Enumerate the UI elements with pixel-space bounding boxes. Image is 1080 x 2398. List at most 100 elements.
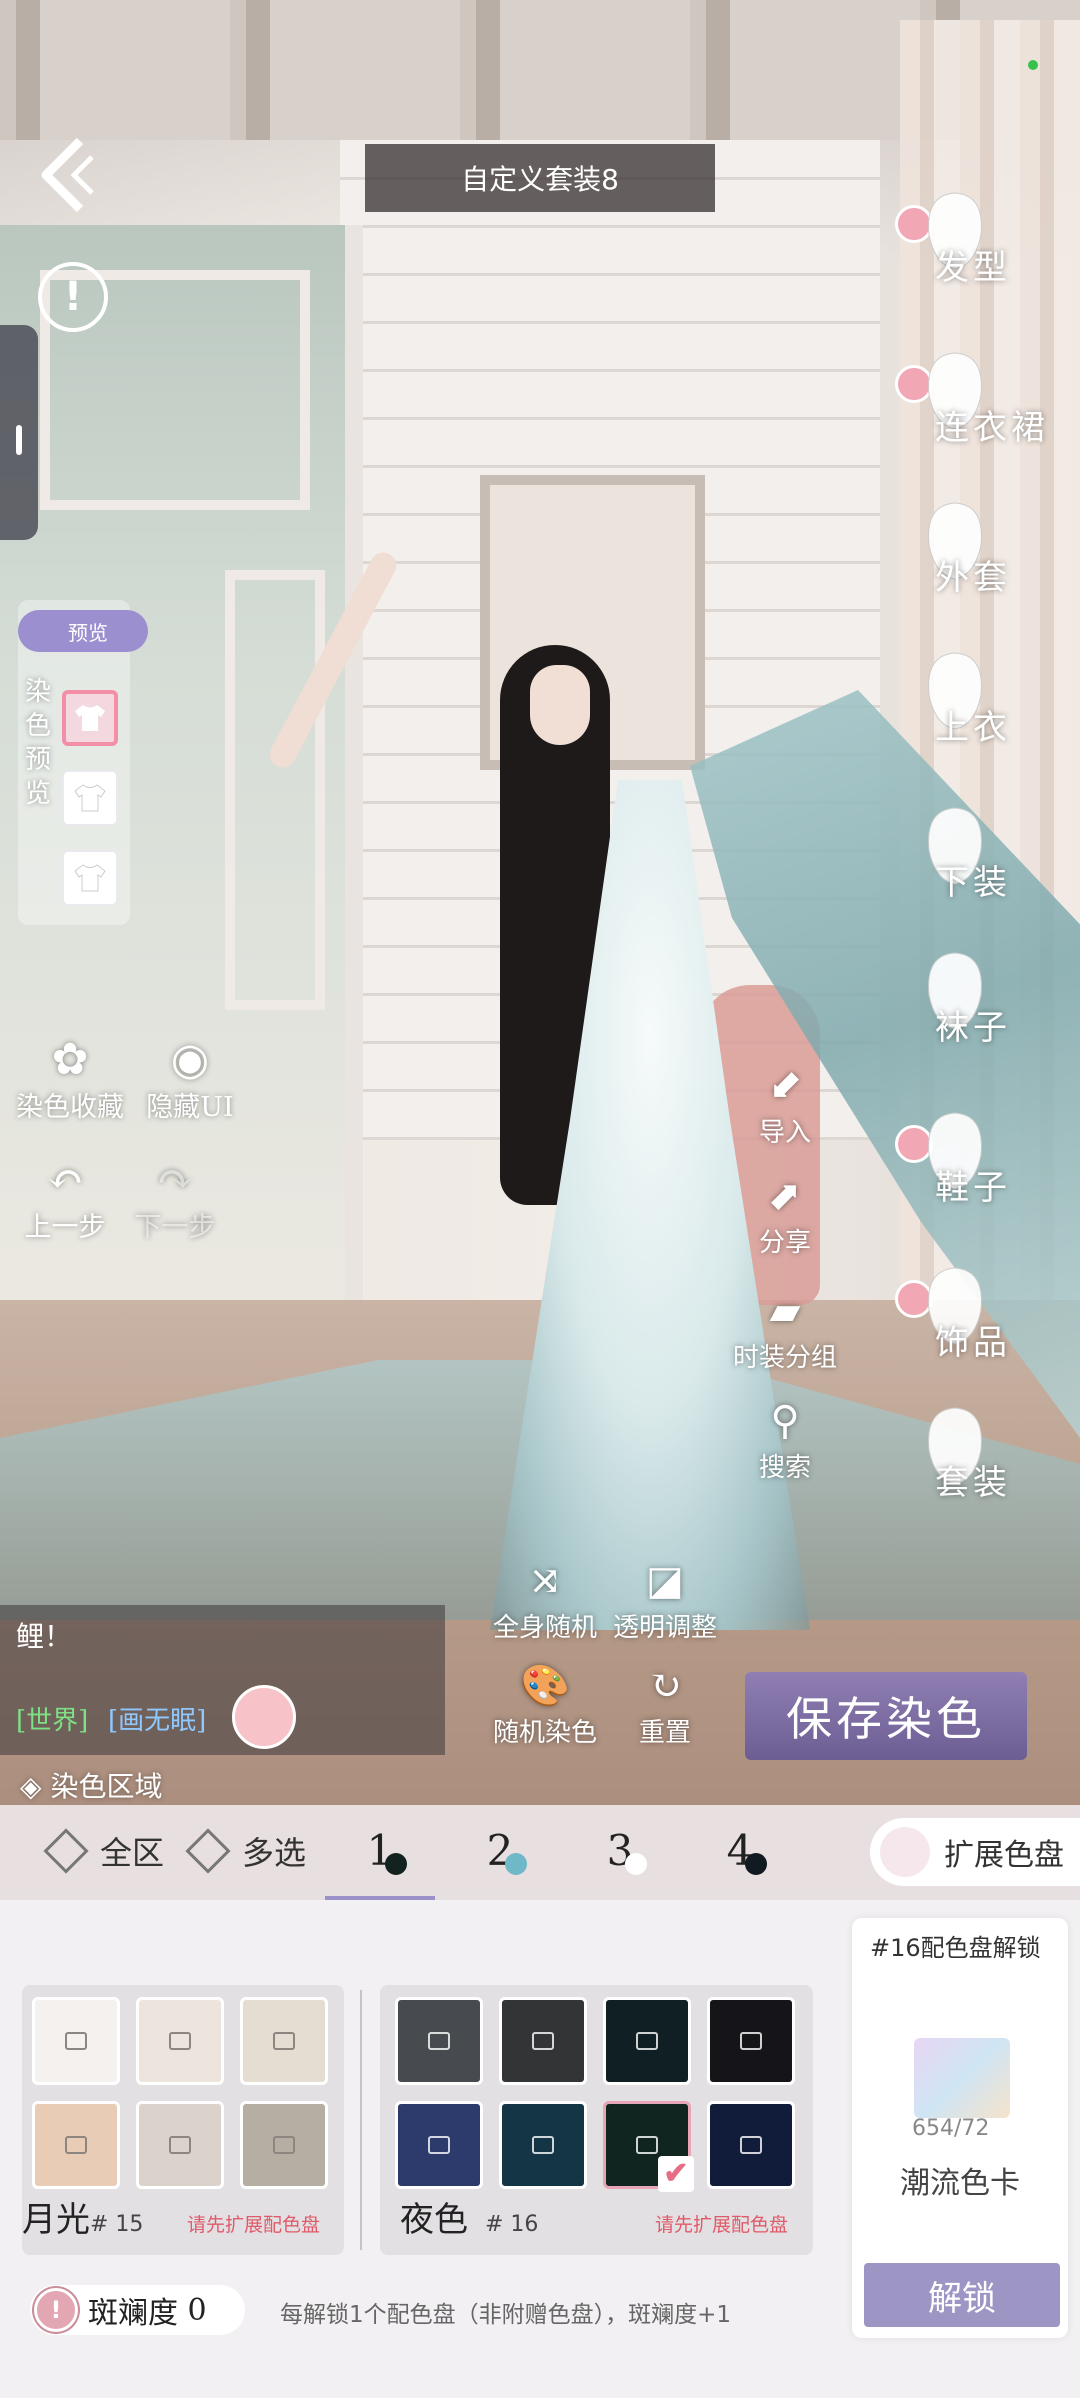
color-swatch[interactable] [32,1997,120,2085]
hide-ui-button[interactable]: ◉ 隐藏UI [130,1035,250,1124]
category-hair[interactable]: 发型 [895,185,1075,325]
category-label: 饰品 [935,1323,1011,1363]
transparency-button[interactable]: ◪ 透明调整 [605,1555,725,1644]
category-socks[interactable]: 袜子 [895,945,1075,1085]
search-label: 搜索 [758,1453,811,1483]
palette-icon: 🎨 [520,1663,570,1709]
search-button[interactable]: ⚲ 搜索 [725,1395,845,1484]
save-dye-button[interactable]: 保存染色 [745,1672,1027,1760]
region-color-dot [505,1853,527,1875]
random-dye-button[interactable]: 🎨 随机染色 [485,1660,605,1749]
dye-region-text: 染色区域 [50,1770,163,1803]
reset-icon: ↻ [648,1663,682,1709]
category-label: 套装 [935,1463,1011,1503]
outfit-title: 自定义套装8 [365,144,715,212]
info-alert-icon[interactable]: ! [38,262,108,332]
redo-label: 下一步 [134,1212,216,1243]
region-tab-3[interactable]: 3 [575,1815,665,1887]
import-label: 导入 [758,1118,811,1148]
category-label: 发型 [935,248,1011,288]
reset-label: 重置 [638,1718,691,1748]
multi-select-label: 多选 [242,1834,307,1872]
preview-shirt-3[interactable] [62,850,118,906]
category-top[interactable]: 上衣 [895,645,1075,785]
region-color-dot [745,1853,767,1875]
full-random-button[interactable]: ⤨ 全身随机 [485,1555,605,1644]
region-tab-2[interactable]: 2 [455,1815,545,1887]
color-swatch[interactable] [707,1997,795,2085]
expand-palette-label: 扩展色盘 [944,1838,1064,1873]
region-tab-4[interactable]: 4 [695,1815,785,1887]
import-button[interactable]: ⬋ 导入 [725,1060,845,1149]
category-skirt[interactable]: 下装 [895,800,1075,940]
transparency-icon: ◪ [646,1558,684,1604]
category-coat[interactable]: 外套 [895,495,1075,635]
diamond-icon [185,1828,231,1874]
all-region-label: 全区 [100,1834,165,1872]
color-swatch[interactable] [707,2101,795,2189]
redo-button[interactable]: ↷ 下一步 [120,1155,230,1244]
palette-card-15[interactable]: 月光 # 15 请先扩展配色盘 [22,1985,344,2255]
multi-select-tab[interactable]: 多选 [185,1828,307,1874]
unlock-button[interactable]: 解锁 [864,2263,1060,2327]
color-swatch[interactable] [499,2101,587,2189]
palette-name: 夜色 [400,2200,468,2240]
lock-icon [65,2136,87,2154]
category-label: 外套 [935,558,1011,598]
color-swatch[interactable] [395,1997,483,2085]
undo-label: 上一步 [24,1212,106,1243]
category-accessory[interactable]: 饰品 [895,1260,1075,1400]
share-icon: ⬈ [768,1173,802,1219]
color-swatch[interactable] [240,2101,328,2189]
category-label: 上衣 [935,708,1011,748]
chat-box[interactable]: 鲤！ [世界] [画无眠] [0,1605,445,1755]
color-swatch[interactable] [603,1997,691,2085]
reset-button[interactable]: ↻ 重置 [605,1660,725,1749]
undo-button[interactable]: ↶ 上一步 [10,1155,120,1244]
color-swatch[interactable] [499,1997,587,2085]
lock-icon [532,2136,554,2154]
spot-degree[interactable]: ! 斑斓度 0 [30,2285,245,2335]
lock-icon [636,2136,658,2154]
full-random-label: 全身随机 [492,1613,597,1643]
all-region-tab[interactable]: 全区 [43,1828,165,1874]
fashion-group-button[interactable]: ▰ 时装分组 [725,1285,845,1374]
preview-toggle[interactable]: 预览 [18,610,148,652]
lock-icon [740,2136,762,2154]
back-arrow-icon [41,137,94,213]
region-tab-1[interactable]: 1 [325,1815,435,1901]
import-icon: ⬋ [768,1063,802,1109]
palette-warning: 请先扩展配色盘 [655,2214,789,2236]
color-swatch[interactable] [32,2101,120,2189]
color-swatch[interactable]: ✔ [603,2101,694,2192]
hide-ui-label: 隐藏UI [146,1092,234,1123]
preview-shirt-1[interactable] [62,690,118,746]
category-dress[interactable]: 连衣裙 [895,345,1075,485]
side-drawer-handle[interactable] [0,325,38,540]
category-shoes[interactable]: 鞋子 [895,1105,1075,1245]
color-swatch[interactable] [240,1997,328,2085]
preview-tag-label: 预览 [68,620,108,645]
lock-icon [740,2032,762,2050]
share-label: 分享 [758,1228,811,1258]
lock-icon [169,2136,191,2154]
palette-star-icon: ✿ [51,1034,89,1085]
category-suit[interactable]: 套装 [895,1400,1075,1540]
color-swatch[interactable] [136,2101,224,2189]
color-swatch[interactable] [395,2101,483,2189]
chat-avatar[interactable] [232,1685,296,1749]
lock-icon [532,2032,554,2050]
color-swatch[interactable] [136,1997,224,2085]
redo-icon: ↷ [156,1154,194,1205]
unlock-item-name: 潮流色卡 [900,2166,1020,2201]
chat-user[interactable]: [画无眠] [108,1700,206,1737]
transparency-label: 透明调整 [612,1613,717,1643]
dye-favorites-button[interactable]: ✿ 染色收藏 [10,1035,130,1124]
back-button[interactable] [32,135,102,215]
share-button[interactable]: ⬈ 分享 [725,1170,845,1259]
category-label: 袜子 [935,1008,1011,1048]
expand-palette-button[interactable]: 扩展色盘 [870,1818,1080,1886]
preview-shirt-2[interactable] [62,770,118,826]
fashion-group-label: 时装分组 [732,1343,837,1373]
palette-card-16[interactable]: ✔ 夜色 # 16 请先扩展配色盘 [380,1985,813,2255]
